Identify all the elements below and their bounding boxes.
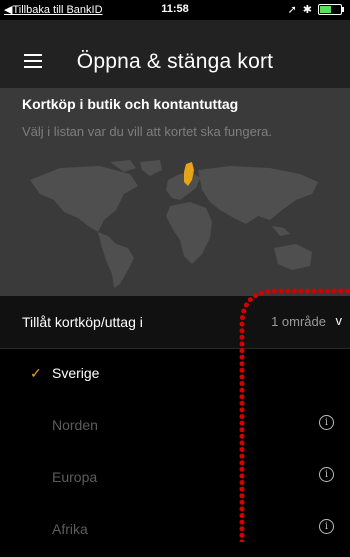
info-icon[interactable]: i — [319, 519, 334, 534]
location-arrow-icon: ➚ — [287, 4, 297, 16]
section-heading: Kortköp i butik och kontantuttag — [22, 96, 239, 112]
map-panel: Kortköp i butik och kontantuttag Välj i … — [0, 88, 350, 296]
status-bar: ◀Tillbaka till BankID 11:58 ➚ ✱ — [0, 0, 350, 20]
status-icons: ➚ ✱ — [287, 3, 344, 16]
region-label: Norden — [52, 417, 98, 433]
allow-label: Tillåt kortköp/uttag i — [22, 314, 143, 330]
bluetooth-icon: ✱ — [302, 4, 312, 16]
section-description: Välj i listan var du vill att kortet ska… — [22, 124, 273, 139]
region-item-afrika[interactable]: Afrika i — [0, 505, 350, 557]
battery-fill — [320, 6, 331, 13]
region-item-europa[interactable]: Europa i — [0, 453, 350, 505]
region-label: Afrika — [52, 521, 88, 537]
region-label: Europa — [52, 469, 98, 485]
info-icon[interactable]: i — [319, 415, 334, 430]
app-header: Öppna & stänga kort — [0, 20, 350, 98]
battery-icon — [318, 4, 344, 15]
world-map — [30, 160, 318, 288]
page-title: Öppna & stänga kort — [76, 50, 274, 73]
region-count: 1 område — [271, 314, 326, 329]
region-item-sverige[interactable]: ✓ Sverige — [0, 349, 350, 401]
chevron-down-icon: v — [335, 313, 343, 328]
allow-region-selector[interactable]: Tillåt kortköp/uttag i 1 område v — [0, 296, 350, 348]
checkmark-icon: ✓ — [30, 365, 42, 381]
info-icon[interactable]: i — [319, 467, 334, 482]
region-item-norden[interactable]: Norden i — [0, 401, 350, 453]
region-label: Sverige — [52, 365, 100, 381]
